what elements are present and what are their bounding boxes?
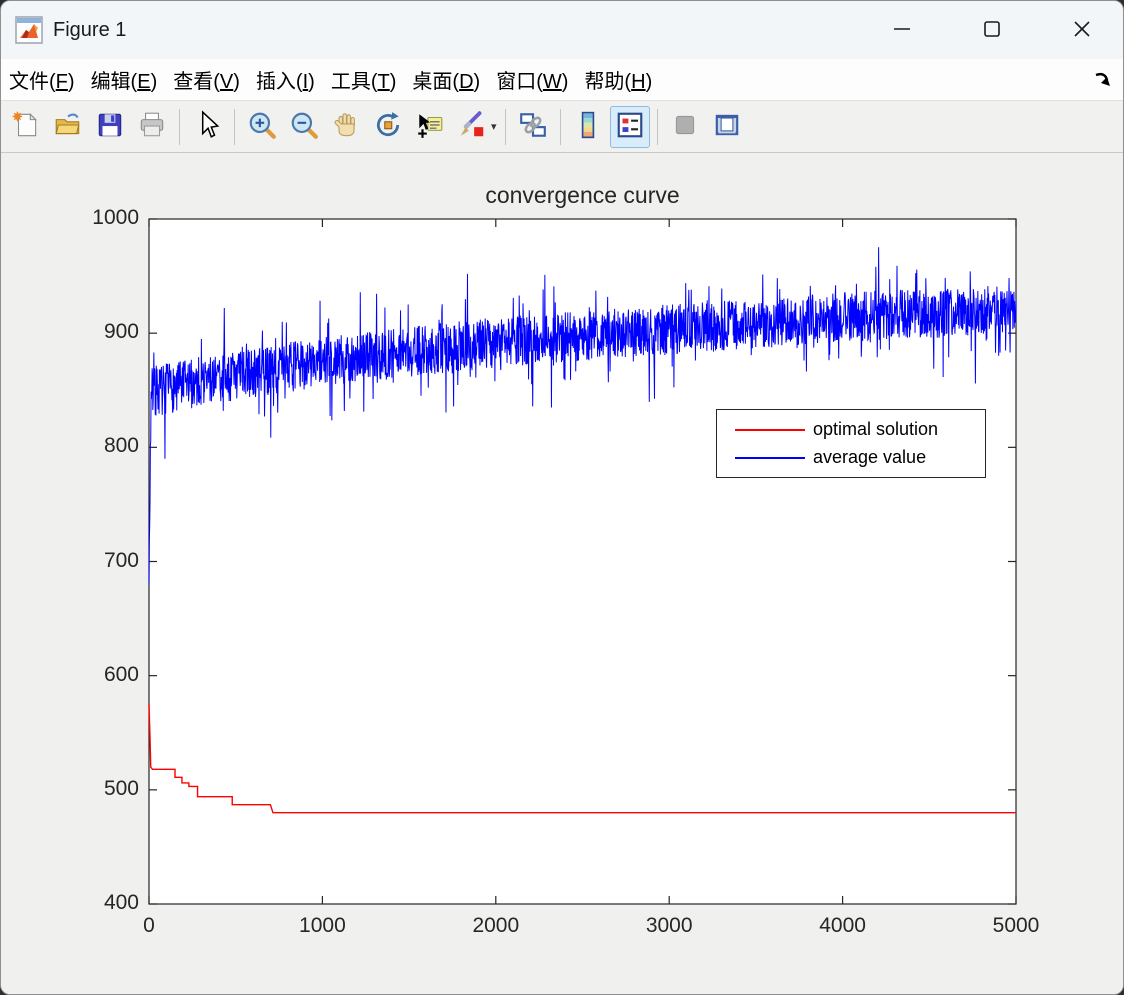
open-file-icon: [53, 110, 83, 143]
insert-colorbar-icon: [573, 110, 603, 143]
toolbar-separator: [504, 108, 506, 145]
x-tick-label: 5000: [992, 914, 1040, 937]
menu-item-5[interactable]: 桌面(D): [404, 61, 488, 98]
legend-line-sample: [735, 428, 805, 431]
y-tick-label: 800: [103, 434, 139, 458]
x-tick-label: 0: [143, 914, 155, 937]
minimize-icon: [891, 18, 913, 43]
window-controls: [843, 1, 1113, 59]
y-tick-label: 500: [103, 776, 139, 800]
link-plot-icon: [518, 110, 548, 143]
dock-figure-arrow-icon[interactable]: [1091, 67, 1117, 93]
menu-item-4[interactable]: 工具(T): [323, 61, 405, 98]
hide-plot-tools-icon: [670, 110, 700, 143]
rotate-3d-icon: [373, 110, 403, 143]
legend-label: average value: [813, 447, 927, 467]
print-figure-icon: [137, 110, 167, 143]
data-cursor-icon: [415, 110, 445, 143]
insert-legend-icon: [615, 110, 645, 143]
legend-label: optimal solution: [813, 419, 939, 439]
maximize-button[interactable]: [961, 7, 1023, 53]
y-tick-label: 700: [103, 548, 139, 572]
save-figure-icon: [95, 110, 125, 143]
x-tick-label: 1000: [299, 914, 346, 937]
matlab-figure-icon: [15, 16, 43, 44]
hide-plot-tools-button[interactable]: [665, 106, 705, 148]
zoom-in-icon: [247, 110, 277, 143]
edit-plot-button[interactable]: [187, 106, 227, 148]
y-tick-label: 1000: [92, 206, 139, 229]
toolbar-separator: [656, 108, 658, 145]
figure-canvas: convergence curve 400 500 600 700 800 900 1000…: [1, 153, 1124, 995]
legend-line-sample: [735, 456, 805, 459]
link-plot-button[interactable]: [513, 106, 553, 148]
new-figure-icon: [11, 110, 41, 143]
close-button[interactable]: [1051, 7, 1113, 53]
y-tick-label: 900: [103, 320, 139, 344]
save-figure-button[interactable]: [90, 106, 130, 148]
menu-item-3[interactable]: 插入(I): [248, 61, 323, 98]
titlebar: Figure 1: [1, 1, 1123, 59]
close-icon: [1071, 18, 1093, 43]
plot-axes[interactable]: [1, 153, 1124, 995]
x-tick-label: 2000: [472, 914, 520, 937]
menu-item-0[interactable]: 文件(F): [1, 61, 83, 98]
zoom-out-button[interactable]: [284, 106, 324, 148]
insert-colorbar-button[interactable]: [568, 106, 608, 148]
toolbar: ▾: [1, 101, 1123, 153]
figure-window: Figure 1 文件(F) 编辑(E) 查看(V) 插入(I) 工具(T) 桌面(D) 窗…: [0, 0, 1124, 995]
menu-item-7[interactable]: 帮助(H): [576, 61, 660, 98]
y-tick-label: 400: [103, 891, 139, 914]
toolbar-separator: [179, 108, 180, 145]
insert-legend-button[interactable]: [609, 105, 650, 148]
show-plot-tools-dock-button[interactable]: [707, 106, 747, 148]
y-tick-label: 600: [103, 662, 139, 686]
toolbar-separator: [559, 108, 561, 145]
menu-item-6[interactable]: 窗口(W): [488, 61, 576, 98]
rotate-3d-button[interactable]: [368, 106, 408, 148]
legend-entry: optimal solution: [717, 419, 985, 441]
brush-data-icon: [457, 110, 487, 143]
brush-dropdown-caret-icon[interactable]: ▾: [491, 120, 497, 133]
pan-hand-icon: [331, 110, 361, 143]
menu-item-1[interactable]: 编辑(E): [83, 61, 166, 98]
new-figure-button[interactable]: [6, 106, 46, 148]
menu-bar: 文件(F) 编辑(E) 查看(V) 插入(I) 工具(T) 桌面(D) 窗口(W) 帮助(H): [1, 59, 1123, 101]
brush-data-button[interactable]: [452, 106, 492, 148]
print-figure-button[interactable]: [132, 106, 172, 148]
zoom-out-icon: [289, 110, 319, 143]
show-plot-tools-icon: [712, 110, 742, 143]
x-tick-label: 3000: [645, 914, 693, 937]
zoom-in-button[interactable]: [242, 106, 282, 148]
menu-item-2[interactable]: 查看(V): [165, 61, 248, 98]
x-tick-label: 4000: [819, 914, 866, 937]
open-file-button[interactable]: [48, 106, 88, 148]
data-cursor-button[interactable]: [410, 106, 450, 148]
pan-button[interactable]: [326, 106, 366, 148]
window-title: Figure 1: [53, 18, 127, 41]
minimize-button[interactable]: [871, 7, 933, 53]
legend-entry: average value: [717, 447, 985, 469]
edit-plot-arrow-icon: [192, 110, 222, 143]
maximize-icon: [981, 18, 1003, 43]
toolbar-separator: [234, 108, 235, 145]
legend[interactable]: optimal solution average value: [716, 409, 986, 478]
